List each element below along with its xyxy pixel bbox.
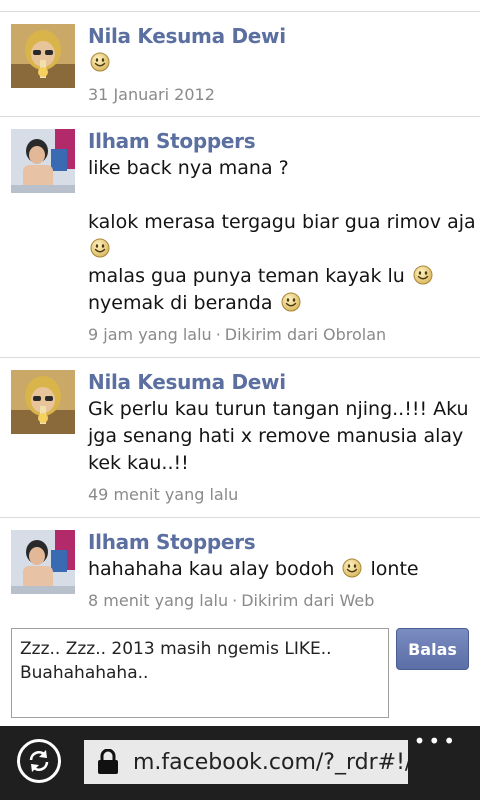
url-text: m.facebook.com/?_rdr#!/ <box>133 749 408 775</box>
message-text-line: nyemak di beranda <box>88 290 468 317</box>
message-text-line: kalok merasa tergagu biar gua rimov aja <box>88 211 476 233</box>
meta-separator: · <box>232 591 238 610</box>
sent-via: Dikirim dari Obrolan <box>224 325 387 344</box>
message-text-segment: nyemak di beranda <box>88 292 273 314</box>
smiley-icon <box>281 292 301 312</box>
timestamp: 49 menit yang lalu <box>88 485 239 504</box>
lock-icon <box>98 749 118 774</box>
avatar[interactable] <box>11 129 75 193</box>
timestamp: 31 Januari 2012 <box>88 85 215 104</box>
sender-name[interactable]: Ilham Stoppers <box>88 127 468 155</box>
timestamp: 8 menit yang lalu <box>88 591 229 610</box>
message-text-line <box>88 236 468 263</box>
message-meta: 9 jam yang lalu · Dikirim dari Obrolan <box>88 323 468 347</box>
avatar[interactable] <box>11 24 75 88</box>
message-item: Ilham Stoppers hahahaha kau alay bodoh l… <box>0 518 480 624</box>
sent-via: Dikirim dari Web <box>241 591 375 610</box>
more-options-icon[interactable]: ••• <box>414 731 458 751</box>
message-text-line: hahahaha kau alay bodoh lonte <box>88 556 468 583</box>
message-meta: 8 menit yang lalu · Dikirim dari Web <box>88 589 468 613</box>
browser-address-bar: m.facebook.com/?_rdr#!/ ••• <box>0 726 480 800</box>
avatar[interactable] <box>11 370 75 434</box>
sender-name[interactable]: Ilham Stoppers <box>88 528 468 556</box>
message-text-line: kek kau..!! <box>88 452 189 474</box>
message-text-line: jga senang hati x remove manusia alay <box>88 425 464 447</box>
sender-name[interactable]: Nila Kesuma Dewi <box>88 22 468 50</box>
refresh-button[interactable] <box>17 739 61 783</box>
message-item: Ilham Stoppers like back nya mana ? kalo… <box>0 117 480 358</box>
message-text-segment: malas gua punya teman kayak lu <box>88 265 405 287</box>
message-text-segment: hahahaha kau alay bodoh <box>88 558 335 580</box>
message-text-segment: lonte <box>370 558 419 580</box>
message-thread: Nila Kesuma Dewi 31 Januari 2012 Ilham S… <box>0 0 480 624</box>
sender-name[interactable]: Nila Kesuma Dewi <box>88 368 468 396</box>
reply-text-line: Zzz.. Zzz.. 2013 masih ngemis LIKE.. <box>20 639 332 659</box>
message-item: Nila Kesuma Dewi 31 Januari 2012 <box>0 12 480 117</box>
meta-separator: · <box>215 325 221 344</box>
smiley-icon <box>342 558 362 578</box>
reply-button[interactable]: Balas <box>396 628 469 670</box>
reply-composer: Zzz.. Zzz.. 2013 masih ngemis LIKE.. Bua… <box>0 620 480 726</box>
message-text-line: malas gua punya teman kayak lu <box>88 263 468 290</box>
smiley-icon <box>90 52 110 72</box>
refresh-icon <box>29 750 49 772</box>
url-field[interactable]: m.facebook.com/?_rdr#!/ <box>84 740 408 784</box>
message-text-line: Gk perlu kau turun tangan njing..!!! Aku <box>88 398 469 420</box>
message-meta: 49 menit yang lalu <box>88 483 468 507</box>
message-meta: 31 Januari 2012 <box>88 83 468 107</box>
avatar[interactable] <box>11 530 75 594</box>
reply-textarea[interactable]: Zzz.. Zzz.. 2013 masih ngemis LIKE.. Bua… <box>11 628 389 718</box>
smiley-icon <box>413 265 433 285</box>
reply-text-line: Buahahahaha.. <box>20 663 149 683</box>
message-text-line: like back nya mana ? <box>88 157 289 179</box>
message-item: Nila Kesuma Dewi Gk perlu kau turun tang… <box>0 358 480 518</box>
smiley-icon <box>90 238 110 258</box>
message-text <box>88 50 468 77</box>
timestamp: 9 jam yang lalu <box>88 325 212 344</box>
